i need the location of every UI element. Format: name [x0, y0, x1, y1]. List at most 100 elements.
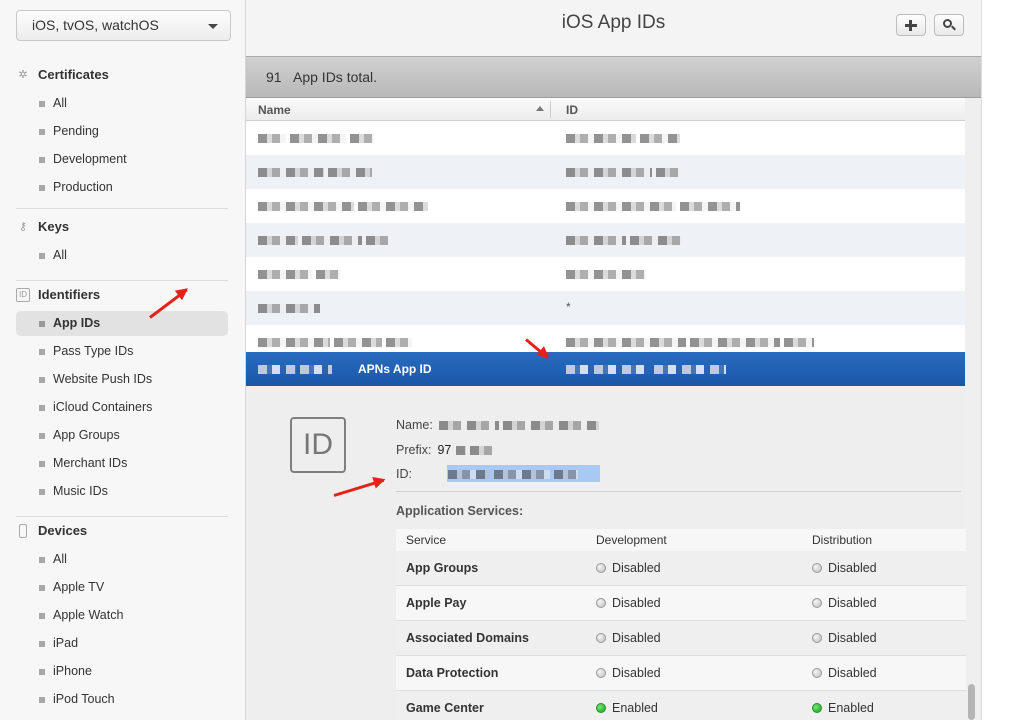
- detail-name: Name:: [396, 418, 603, 432]
- bullet-icon: [39, 461, 45, 467]
- bullet-icon: [39, 321, 45, 327]
- table-row[interactable]: *: [246, 291, 965, 325]
- service-dist-status: Disabled: [812, 561, 877, 575]
- sidebar-item-certificates-development[interactable]: Development: [16, 147, 228, 172]
- row-id-redacted: [566, 165, 956, 179]
- sidebar-item-music-ids[interactable]: Music IDs: [16, 479, 228, 504]
- row-name-redacted: [258, 131, 548, 145]
- bullet-icon: [39, 669, 45, 675]
- row-id-redacted: [566, 335, 956, 349]
- total-count-bar: 91 App IDs total.: [246, 56, 981, 98]
- sidebar-item-merchant-ids[interactable]: Merchant IDs: [16, 451, 228, 476]
- sidebar-item-label: Apple TV: [53, 580, 105, 594]
- table-row-selected[interactable]: APNs App ID: [246, 352, 965, 386]
- service-dev-status: Disabled: [596, 561, 661, 575]
- row-id-redacted: [566, 131, 956, 145]
- table-row[interactable]: [246, 155, 965, 189]
- sidebar-item-devices-all[interactable]: All: [16, 547, 228, 572]
- sidebar-item-keys-all[interactable]: All: [16, 243, 228, 268]
- status-text: Enabled: [612, 701, 658, 715]
- column-header-name[interactable]: Name: [258, 103, 291, 117]
- divider: [16, 516, 228, 517]
- add-button[interactable]: [896, 14, 926, 36]
- bullet-icon: [39, 349, 45, 355]
- sidebar-item-label: App Groups: [53, 428, 120, 442]
- platform-select[interactable]: iOS, tvOS, watchOS: [16, 10, 231, 41]
- page-title: iOS App IDs: [561, 12, 666, 33]
- sidebar-item-apple-watch[interactable]: Apple Watch: [16, 603, 228, 628]
- sidebar-item-website-push-ids[interactable]: Website Push IDs: [16, 367, 228, 392]
- status-text: Disabled: [612, 561, 661, 575]
- platform-select-label: iOS, tvOS, watchOS: [32, 17, 159, 33]
- section-title: Identifiers: [38, 287, 101, 302]
- scrollbar[interactable]: [968, 684, 975, 720]
- status-text: Disabled: [612, 596, 661, 610]
- bullet-icon: [39, 157, 45, 163]
- sidebar-item-label: Pending: [53, 124, 99, 138]
- certificate-icon: ✲: [18, 69, 28, 81]
- row-name-redacted: [258, 165, 548, 179]
- service-dist-status: Enabled: [812, 701, 874, 715]
- sidebar-item-label: All: [53, 552, 67, 566]
- status-text: Disabled: [612, 631, 661, 645]
- table-row[interactable]: [246, 223, 965, 257]
- row-name-redacted: [258, 335, 548, 349]
- service-name: Game Center: [406, 701, 484, 715]
- sidebar-item-certificates-pending[interactable]: Pending: [16, 119, 228, 144]
- sidebar-item-ipad[interactable]: iPad: [16, 631, 228, 656]
- sidebar-item-apple-tv[interactable]: Apple TV: [16, 575, 228, 600]
- row-id-redacted: [566, 267, 956, 281]
- sidebar: iOS, tvOS, watchOS ✲ Certificates All Pe…: [0, 0, 246, 720]
- sidebar-item-label: Development: [53, 152, 127, 166]
- service-row: Game Center Enabled Enabled: [396, 691, 966, 720]
- bullet-icon: [39, 585, 45, 591]
- detail-prefix-value: 97: [437, 443, 452, 457]
- services-col-development: Development: [596, 533, 667, 547]
- service-name: Data Protection: [406, 666, 499, 680]
- row-name-redacted: [258, 199, 548, 213]
- status-text: Disabled: [828, 561, 877, 575]
- sidebar-item-iphone[interactable]: iPhone: [16, 659, 228, 684]
- sidebar-item-label: iCloud Containers: [53, 400, 153, 414]
- sidebar-item-certificates-all[interactable]: All: [16, 91, 228, 116]
- table-row[interactable]: [246, 189, 965, 223]
- bullet-icon: [39, 185, 45, 191]
- status-off-icon: [596, 598, 606, 608]
- column-header-id[interactable]: ID: [566, 103, 578, 117]
- sidebar-item-label: Music IDs: [53, 484, 108, 498]
- section-title: Certificates: [38, 67, 109, 82]
- sidebar-item-app-groups[interactable]: App Groups: [16, 423, 228, 448]
- right-gutter: [981, 0, 1025, 720]
- section-title: Devices: [38, 523, 88, 538]
- detail-id-label: ID:: [396, 467, 412, 481]
- search-button[interactable]: [934, 14, 964, 36]
- status-text: Disabled: [612, 666, 661, 680]
- sidebar-item-ipod-touch[interactable]: iPod Touch: [16, 687, 228, 712]
- table-row[interactable]: [246, 257, 965, 291]
- detail-name-label: Name:: [396, 418, 433, 432]
- sidebar-item-icloud-containers[interactable]: iCloud Containers: [16, 395, 228, 420]
- sidebar-item-label: iPad: [53, 636, 79, 650]
- sidebar-item-app-ids[interactable]: App IDs: [16, 311, 228, 336]
- table-row[interactable]: [246, 121, 965, 155]
- bullet-icon: [39, 433, 45, 439]
- row-id-redacted: [566, 362, 956, 376]
- divider: [16, 208, 228, 209]
- status-off-icon: [596, 563, 606, 573]
- bullet-icon: [39, 489, 45, 495]
- sidebar-item-label: All: [53, 248, 67, 262]
- service-name: Apple Pay: [406, 596, 467, 610]
- sort-ascending-icon: [536, 106, 544, 111]
- bullet-icon: [39, 641, 45, 647]
- sidebar-item-label: Production: [53, 180, 113, 194]
- row-id-redacted: [566, 199, 956, 213]
- status-off-icon: [596, 668, 606, 678]
- divider: [396, 491, 961, 492]
- sidebar-item-certificates-production[interactable]: Production: [16, 175, 228, 200]
- service-row: Data Protection Disabled Disabled: [396, 656, 966, 691]
- services-title: Application Services:: [396, 504, 524, 518]
- service-row: App Groups Disabled Disabled: [396, 551, 966, 586]
- sidebar-item-pass-type-ids[interactable]: Pass Type IDs: [16, 339, 228, 364]
- sidebar-item-label: iPhone: [53, 664, 92, 678]
- detail-name-value-redacted: [438, 418, 603, 432]
